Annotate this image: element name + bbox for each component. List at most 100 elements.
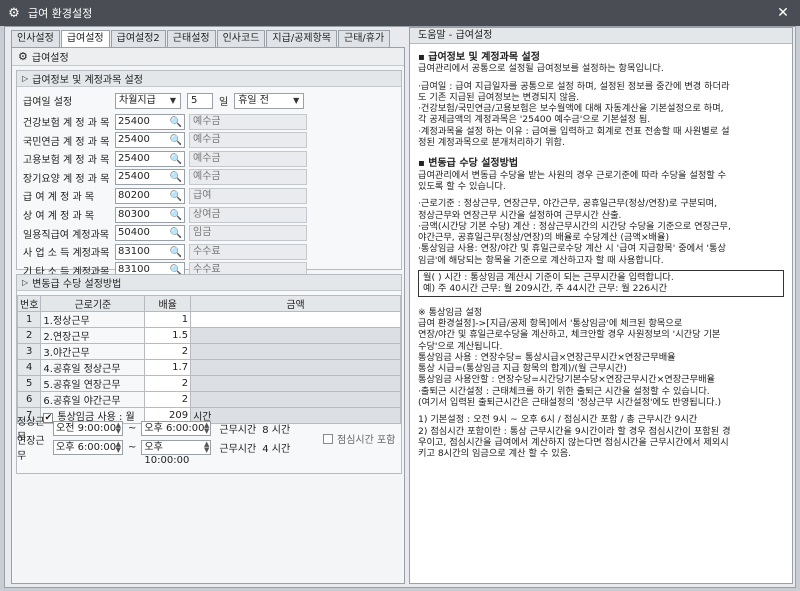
account-name: 예수금 [189,169,307,186]
amount-cell[interactable] [190,391,401,408]
payday-label: 급여일 설정 [23,97,73,108]
account-label: 장기요양 계 정 과 목 [23,173,110,185]
col-header-amount: 금액 [190,295,401,312]
amount-cell[interactable] [190,375,401,392]
search-icon[interactable]: 🔍 [170,246,182,260]
multiplier-cell[interactable]: 2 [144,391,192,408]
account-name: 예수금 [189,150,307,167]
day-unit-label: 일 [219,97,229,108]
account-code-input[interactable]: 25400 🔍 [115,169,185,186]
table-row[interactable]: 2 2.연장근무 1.5 [16,327,401,344]
help-text: ·급여일 : 급여 지급일자를 공통으로 설정 하며, 설정된 정보를 중간에 … [418,80,730,92]
tilde: ~ [128,422,137,434]
multiplier-cell[interactable]: 1.7 [144,359,192,376]
tab-pay-deduction-items[interactable]: 지급/공제항목 [266,30,337,47]
help-text: 급여관리에서 변동급 수당을 받는 사원의 경우 근로기준에 따라 수당을 설정… [418,169,727,181]
multiplier-cell[interactable]: 1.5 [144,327,192,344]
spinner-icon[interactable]: ▲ ▼ [116,421,121,434]
lunch-checkbox[interactable] [323,433,333,444]
pay-month-select[interactable]: 차월지급 ▼ [115,92,181,109]
close-button[interactable]: ✕ [774,4,792,22]
tab-payroll-settings[interactable]: 급여설정 [60,30,110,48]
account-code: 25400 [118,152,150,164]
help-text: 정상근무와 연장근무 시간을 설정하여 근무시간 산출. [418,209,622,221]
account-code-input[interactable]: 80200 🔍 [115,187,185,204]
search-icon[interactable]: 🔍 [170,171,182,185]
account-label: 급 여 계 정 과 목 [23,192,95,204]
overtime-start-time[interactable]: 오후 6:00:00 ▲ ▼ [53,439,123,455]
account-code-input[interactable]: 25400 🔍 [115,132,185,149]
tilde: ~ [128,441,137,453]
account-code-input[interactable]: 25400 🔍 [115,150,185,167]
multiplier-cell[interactable]: 2 [144,375,192,392]
table-row[interactable]: 3 3.야간근무 2 [16,343,401,360]
variable-pay-table: 번호 근로기준 배율 금액 1 1.정상근무 1 2 2.연장근무 1.5 3 3.야간근무 2… [16,295,401,424]
help-panel: 도움말 - 급여설정 ▪ 급여정보 및 계정과목 설정 급여관리에서 공통으로 설… [409,27,793,584]
account-label: 상 여 계 정 과 목 [23,211,95,222]
overtime-work-row: 연장근무 오후 6:00:00 ▲ ▼ ~ 오후 10:00:00 ▲ ▼ 근무시간… [17,436,290,466]
section-title: 변동급 수당 설정방법 [32,279,122,290]
search-icon[interactable]: 🔍 [170,209,182,223]
section-header[interactable]: ▷ 변동급 수당 설정방법 [17,275,401,291]
search-icon[interactable]: 🔍 [170,227,182,241]
table-row[interactable]: 1 1.정상근무 1 [16,311,401,328]
table-row[interactable]: 4 4.공휴일 정상근무 1.7 [16,359,401,376]
tab-hr-codes[interactable]: 인사코드 [216,30,266,47]
help-text: 정된 계정과목으로 분개처리하기 위함. [418,137,565,149]
chevron-down-icon: ▼ [293,95,300,105]
spinner-icon[interactable]: ▲ ▼ [204,421,209,434]
section-header[interactable]: ▷ 급여정보 및 계정과목 설정 [17,71,401,87]
spinner-icon[interactable]: ▲ ▼ [116,440,121,453]
search-icon[interactable]: 🔍 [170,190,182,204]
account-code-input[interactable]: 83100 🔍 [115,243,185,260]
normal-start-time[interactable]: 오전 9:00:00 ▲ ▼ [53,420,123,436]
help-text: 키고 8시간의 임금으로 계산 할 수 있음. [418,448,572,460]
tab-payroll-settings-2[interactable]: 급여설정2 [110,30,166,47]
account-code-input[interactable]: 50400 🔍 [115,225,185,242]
standard-cell: 5.공휴일 연장근무 [40,375,146,392]
account-label: 사 업 소 득 계정과목 [23,248,110,260]
help-text: ·계정과목을 설정 하는 이유 : 급여를 입력하고 회계로 전표 전송할 때 … [418,125,730,137]
table-row[interactable]: 6 6.공휴일 야간근무 2 [16,391,401,408]
account-name: 급여 [189,187,307,204]
amount-cell[interactable] [190,359,401,376]
table-row[interactable]: 5 5.공휴일 연장근무 2 [16,375,401,392]
row-number: 6 [16,391,42,408]
gear-icon: ⚙ [18,50,28,63]
lunch-checkbox-row[interactable]: 점심시간 포함 [323,431,395,446]
search-icon[interactable]: 🔍 [170,134,182,148]
time-value: 오전 9:00:00 [56,422,117,434]
tab-attendance-leave[interactable]: 근태/휴가 [338,30,391,47]
amount-cell[interactable] [190,327,401,344]
section-title: 급여정보 및 계정과목 설정 [32,75,143,86]
account-code: 50400 [118,227,150,239]
help-text: ·통상임금 사용: 연장/야간 및 휴일근로수당 계산 시 '급여 지급항목' … [418,243,726,255]
tab-hr-settings[interactable]: 인사설정 [11,30,60,47]
holiday-select[interactable]: 휴일 전 ▼ [234,92,305,109]
account-code-input[interactable]: 25400 🔍 [115,113,185,130]
help-text: 급여 환경설정]->[지급/공제 항목]에서 '통상임금'에 체크된 항목으로 [418,317,683,329]
account-code: 25400 [118,134,150,146]
pay-day-input[interactable]: 5 [187,92,213,109]
col-header-standard: 근로기준 [40,295,146,312]
spinner-icon[interactable]: ▲ ▼ [204,440,209,453]
overtime-work-label: 연장근무 [17,436,45,462]
search-icon[interactable]: 🔍 [170,153,182,167]
payday-row: 급여일 설정 차월지급 ▼ 5 일 휴일 전 ▼ [23,92,305,109]
account-name: 임금 [189,225,307,242]
search-icon[interactable]: 🔍 [170,116,182,130]
overtime-end-time[interactable]: 오후 10:00:00 ▲ ▼ [141,439,212,466]
help-body: ▪ 급여정보 및 계정과목 설정 급여관리에서 공통으로 설정될 급여정보를 설정… [410,44,792,460]
multiplier-cell[interactable]: 1 [144,311,192,328]
account-code-input[interactable]: 80300 🔍 [115,206,185,223]
account-code: 80300 [118,208,150,220]
normal-end-time[interactable]: 오후 6:00:00 ▲ ▼ [141,420,212,436]
multiplier-cell[interactable]: 2 [144,343,192,360]
amount-cell[interactable] [190,311,401,328]
help-heading: ▪ 급여정보 및 계정과목 설정 [418,52,540,63]
account-row: 상 여 계 정 과 목 80300 🔍 상여금 [23,206,307,223]
account-row: 장기요양 계 정 과 목 25400 🔍 예수금 [23,169,307,186]
standard-cell: 4.공휴일 정상근무 [40,359,146,376]
amount-cell[interactable] [190,343,401,360]
tab-attendance-settings[interactable]: 근태설정 [166,30,216,47]
